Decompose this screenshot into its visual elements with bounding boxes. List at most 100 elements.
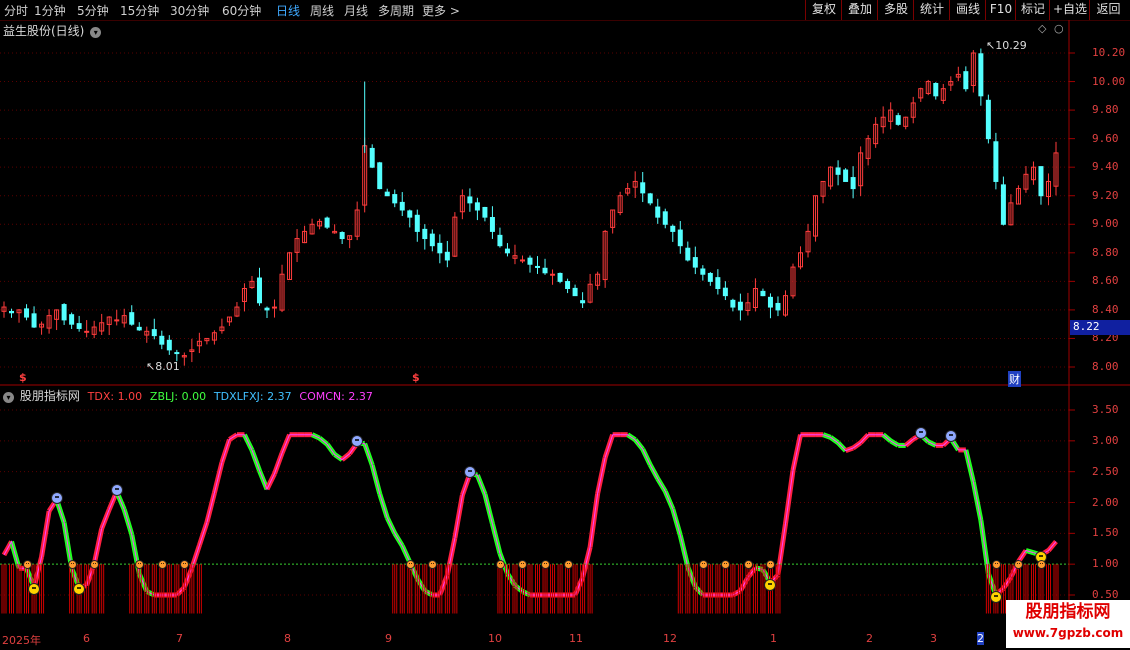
- candle-body: [655, 206, 661, 218]
- tab-weekly[interactable]: 周线: [310, 2, 334, 19]
- sad-face-icon: [110, 483, 123, 496]
- period-toolbar: 分时 1分钟 5分钟 15分钟 30分钟 60分钟 日线 周线 月线 多周期 更…: [0, 0, 1130, 21]
- tab-multi-period[interactable]: 多周期: [378, 2, 414, 19]
- price-tick-label: 9.20: [1092, 188, 1119, 202]
- indicator-tick-label: 3.50: [1092, 403, 1119, 416]
- candle-body: [662, 211, 668, 225]
- date-tick-label: 2: [977, 632, 984, 645]
- indicator-tick-label: 2.00: [1092, 495, 1119, 509]
- candle-body: [399, 201, 405, 211]
- candle-body: [730, 299, 736, 308]
- chevron-down-icon[interactable]: ▾: [90, 27, 102, 38]
- indicator-tick-label: 1.00: [1092, 557, 1119, 571]
- candle-body: [256, 277, 262, 304]
- flower-icon: [991, 560, 1001, 570]
- date-tick-label: 6: [83, 632, 90, 645]
- statistics-button[interactable]: 统计: [913, 0, 950, 20]
- candle-body: [550, 273, 556, 276]
- f10-button[interactable]: F10: [985, 0, 1016, 20]
- candle-body: [993, 141, 999, 182]
- candle-body: [136, 326, 142, 331]
- indicator-legend: ▾ 股朋指标网 TDX: 1.00 ZBLJ: 0.00 TDXLFXJ: 2.…: [3, 387, 373, 404]
- tab-5min[interactable]: 5分钟: [77, 2, 109, 19]
- candle-body: [84, 330, 90, 333]
- tab-daily[interactable]: 日线: [276, 2, 300, 19]
- date-tick-label: 11: [569, 632, 583, 645]
- flower-icon: [22, 560, 32, 570]
- candle-body: [978, 53, 984, 97]
- candle-body: [114, 319, 120, 322]
- legend-tdx: TDX: 1.00: [87, 390, 143, 403]
- price-tick-label: 8.60: [1092, 274, 1119, 288]
- circle-icon[interactable]: ○: [1054, 22, 1064, 35]
- dividend-marker[interactable]: $: [412, 371, 420, 384]
- indicator-tick-label: 3.00: [1092, 433, 1119, 447]
- finance-marker[interactable]: 财: [1008, 371, 1021, 387]
- tab-60min[interactable]: 60分钟: [222, 2, 261, 19]
- candle-body: [692, 257, 698, 268]
- diamond-icon[interactable]: ◇: [1038, 22, 1046, 35]
- indicator-tick-label: 2.50: [1092, 464, 1119, 478]
- candle-body: [159, 335, 165, 345]
- indicator-series: [0, 432, 1069, 614]
- candle-body: [437, 242, 443, 254]
- candle-body: [835, 167, 841, 175]
- candle-body: [933, 82, 939, 97]
- current-price-badge: 8.22: [1070, 320, 1130, 335]
- date-tick-label: 1: [770, 632, 777, 645]
- candle-body: [572, 287, 578, 297]
- candle-body: [422, 228, 428, 240]
- date-tick-label: 2: [866, 632, 873, 645]
- chevron-down-icon[interactable]: ▾: [3, 392, 14, 403]
- tab-fenshi[interactable]: 分时: [4, 2, 28, 19]
- chart-canvas[interactable]: [0, 20, 1130, 630]
- candle-body: [377, 162, 383, 190]
- price-tick-label: 9.60: [1092, 131, 1119, 145]
- tab-15min[interactable]: 15分钟: [120, 2, 159, 19]
- candle-body: [272, 306, 278, 309]
- candle-body: [775, 302, 781, 311]
- candle-body: [722, 287, 728, 297]
- candle-body: [9, 310, 15, 314]
- candle-body: [69, 314, 75, 325]
- candle-body: [647, 193, 653, 204]
- overlay-button[interactable]: 叠加: [841, 0, 878, 20]
- candle-body: [174, 352, 180, 355]
- legend-zblj: ZBLJ: 0.00: [149, 390, 207, 403]
- price-tick-label: 10.20: [1092, 46, 1126, 59]
- candle-body: [76, 323, 82, 329]
- back-button[interactable]: 返回: [1089, 0, 1127, 20]
- flower-icon: [563, 560, 573, 570]
- tab-1min[interactable]: 1分钟: [34, 2, 66, 19]
- multi-stock-button[interactable]: 多股: [877, 0, 914, 20]
- date-tick-label: 12: [663, 632, 677, 645]
- flower-icon: [743, 560, 753, 570]
- happy-face-icon: [989, 591, 1002, 603]
- date-tick-label: 3: [930, 632, 937, 645]
- candle-body: [392, 194, 398, 204]
- candle-body: [707, 272, 713, 282]
- date-tick-label: 2025年: [2, 634, 41, 647]
- candle-body: [670, 225, 676, 232]
- indicator-tick-label: 1.50: [1092, 526, 1119, 540]
- candle-body: [407, 210, 413, 218]
- mark-button[interactable]: 标记: [1015, 0, 1050, 20]
- watermark-logo: 股朋指标网 www.7gpzb.com: [1006, 600, 1130, 648]
- tab-more[interactable]: 更多 >: [422, 2, 460, 19]
- candle-body: [542, 267, 548, 274]
- fuquan-button[interactable]: 复权: [805, 0, 842, 20]
- candle-body: [166, 339, 172, 351]
- add-watchlist-button[interactable]: +自选: [1049, 0, 1090, 20]
- tab-monthly[interactable]: 月线: [344, 2, 368, 19]
- draw-line-button[interactable]: 画线: [949, 0, 986, 20]
- sad-face-icon: [914, 426, 927, 439]
- candle-body: [151, 329, 157, 337]
- candle-body: [580, 300, 586, 304]
- date-tick-label: 8: [284, 632, 291, 645]
- price-tick-label: 8.80: [1092, 245, 1119, 259]
- tab-30min[interactable]: 30分钟: [170, 2, 209, 19]
- candle-body: [504, 248, 510, 254]
- flower-icon: [405, 560, 415, 570]
- dividend-marker[interactable]: $: [19, 371, 27, 384]
- candle-body: [677, 229, 683, 247]
